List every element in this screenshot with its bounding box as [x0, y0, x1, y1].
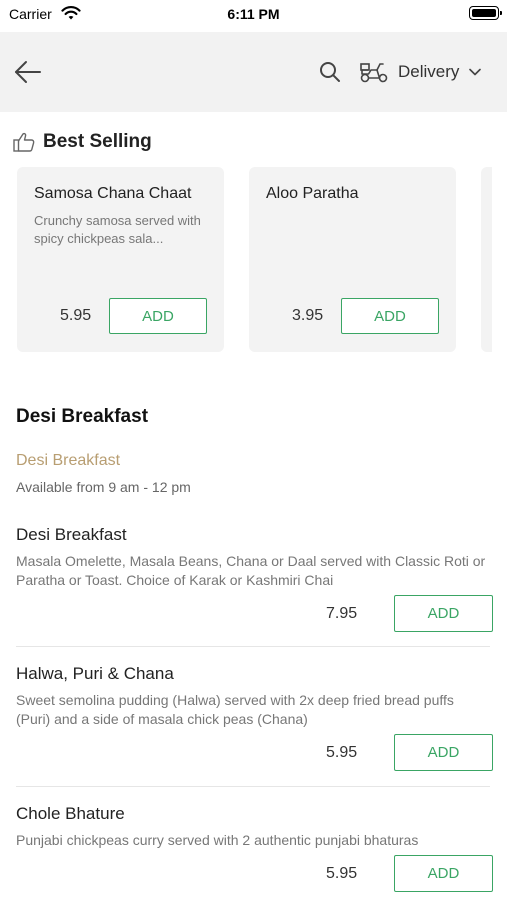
- search-button[interactable]: [318, 60, 342, 84]
- add-button[interactable]: ADD: [394, 734, 493, 771]
- divider: [16, 786, 490, 787]
- card-description: Crunchy samosa served with spicy chickpe…: [34, 213, 201, 246]
- back-button[interactable]: [12, 56, 46, 88]
- add-button[interactable]: ADD: [394, 595, 493, 632]
- battery-icon: [469, 6, 502, 20]
- item-name: Chole Bhature: [16, 804, 125, 823]
- divider: [16, 646, 490, 647]
- clock: 6:11 PM: [227, 6, 280, 22]
- search-icon: [320, 62, 340, 82]
- item-description: Masala Omelette, Masala Beans, Chana or …: [16, 553, 486, 588]
- scooter-icon: [360, 63, 388, 83]
- category-subtitle: Desi Breakfast: [16, 452, 121, 469]
- add-button[interactable]: ADD: [109, 298, 207, 334]
- menu-item[interactable]: Halwa, Puri & Chana Sweet semolina puddi…: [16, 664, 493, 774]
- delivery-label: Delivery: [398, 62, 460, 81]
- best-selling-card-partial[interactable]: [481, 167, 492, 352]
- item-description: Sweet semolina pudding (Halwa) served wi…: [16, 692, 454, 727]
- add-button[interactable]: ADD: [394, 855, 493, 892]
- status-bar: Carrier 6:11 PM: [0, 0, 507, 32]
- item-price: 5.95: [326, 865, 358, 882]
- delivery-mode-selector[interactable]: Delivery: [358, 56, 482, 88]
- item-name: Desi Breakfast: [16, 525, 127, 544]
- thumbs-up-icon: [13, 132, 35, 152]
- best-selling-card[interactable]: Aloo Paratha 3.95 ADD: [249, 167, 456, 352]
- add-button[interactable]: ADD: [341, 298, 439, 334]
- category-title: Desi Breakfast: [16, 406, 149, 427]
- best-selling-title: Best Selling: [43, 131, 152, 152]
- best-selling-card[interactable]: Samosa Chana Chaat Crunchy samosa served…: [17, 167, 224, 352]
- menu-item[interactable]: Desi Breakfast Masala Omelette, Masala B…: [16, 525, 493, 635]
- card-price: 5.95: [60, 307, 92, 324]
- best-selling-header: Best Selling: [13, 131, 152, 153]
- card-name: Aloo Paratha: [266, 185, 359, 202]
- item-name: Halwa, Puri & Chana: [16, 664, 174, 683]
- availability-text: Available from 9 am - 12 pm: [16, 479, 191, 495]
- item-price: 7.95: [326, 605, 358, 622]
- chevron-down-icon: [469, 68, 482, 76]
- menu-item[interactable]: Chole Bhature Punjabi chickpeas curry se…: [16, 804, 493, 896]
- back-arrow-icon: [15, 61, 41, 83]
- card-name: Samosa Chana Chaat: [34, 185, 192, 202]
- card-price: 3.95: [292, 307, 324, 324]
- item-price: 5.95: [326, 744, 358, 761]
- item-description: Punjabi chickpeas curry served with 2 au…: [16, 832, 419, 848]
- best-selling-carousel[interactable]: Samosa Chana Chaat Crunchy samosa served…: [17, 167, 492, 353]
- header-bar: Delivery: [0, 32, 507, 112]
